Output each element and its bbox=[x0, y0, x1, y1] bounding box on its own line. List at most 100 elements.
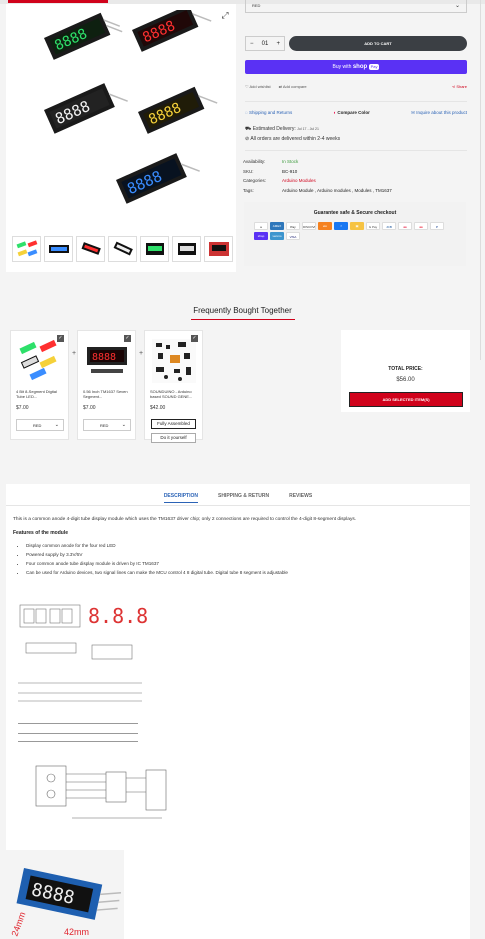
shop-pay-button[interactable]: Buy with shop Pay bbox=[245, 60, 467, 74]
quantity-value[interactable]: 01 bbox=[262, 41, 269, 47]
thumbnail-5[interactable] bbox=[140, 236, 169, 262]
thumbnail-1[interactable] bbox=[12, 236, 41, 262]
mail-icon: ✉ bbox=[411, 110, 415, 115]
fbt-item-2-checkbox[interactable]: ✓ bbox=[124, 335, 131, 342]
zoom-icon[interactable]: ⤢ bbox=[218, 8, 232, 22]
categories-label: Categories: bbox=[243, 178, 267, 183]
availability-value: In Stock bbox=[282, 159, 299, 164]
wishlist-compare-share: ♡ Add wishlist ⇄ Add compare ⋖ Share bbox=[245, 84, 467, 89]
amex-icon: AMEX bbox=[270, 222, 284, 230]
google-pay-icon: G Pay bbox=[366, 222, 380, 230]
fbt-total-box: TOTAL PRICE: $56.00 ADD SELECTED ITEM(S) bbox=[341, 330, 470, 412]
product-meta: Availability: In Stock SKU: BC-910 Categor… bbox=[243, 157, 392, 195]
compare-icon: ⇄ bbox=[278, 84, 282, 89]
product-main-image[interactable]: 8888 8888 8888 8888 8888 bbox=[14, 10, 228, 232]
product-gallery: 8888 8888 8888 8888 8888 ⤢ bbox=[6, 4, 236, 272]
module-white: 8888 bbox=[44, 83, 128, 134]
tab-shipping-return[interactable]: SHIPPING & RETURN bbox=[218, 493, 269, 503]
thumbnail-7[interactable] bbox=[204, 236, 233, 262]
module-green: 8888 bbox=[44, 12, 123, 60]
delivery-note: All orders are delivered within 2-4 week… bbox=[250, 136, 341, 142]
wishlist-label: Add wishlist bbox=[249, 84, 271, 89]
compare-color-link[interactable]: ◐ Compare Color bbox=[333, 110, 370, 116]
add-selected-items-button[interactable]: ADD SELECTED ITEM(S) bbox=[349, 392, 463, 407]
share-label: Share bbox=[456, 84, 467, 89]
divider bbox=[245, 150, 467, 151]
variant-select[interactable]: RED ⌄ bbox=[245, 0, 467, 13]
fbt-item-1-image[interactable] bbox=[16, 337, 64, 385]
tags-links[interactable]: Arduino Module , Arduino modules , Modul… bbox=[282, 188, 392, 193]
features-list: Display common anode for the four red LE… bbox=[26, 541, 288, 577]
module-blue: 8888 bbox=[115, 153, 200, 204]
sku-value: BC-910 bbox=[282, 168, 298, 174]
thumbnail-6[interactable] bbox=[172, 236, 201, 262]
plus-icon: + bbox=[72, 350, 77, 357]
shipping-returns-link[interactable]: ◌ Shipping and Returns bbox=[245, 110, 292, 116]
inquire-link[interactable]: ✉ Inquire about this product bbox=[411, 110, 467, 116]
feature-item: Display common anode for the four red LE… bbox=[26, 541, 288, 550]
fbt-item-1: ✓ 4 Bit 8-Segment Digital Tube LED... $7… bbox=[10, 330, 69, 440]
thumbnail-strip bbox=[12, 236, 233, 262]
photo-width-label: 42mm bbox=[64, 927, 89, 937]
thumbnail-3[interactable] bbox=[76, 236, 105, 262]
shipping-returns-label: Shipping and Returns bbox=[248, 110, 293, 115]
categories-link[interactable]: Arduino Modules bbox=[282, 178, 316, 183]
shop-pay-brand: shop bbox=[352, 64, 368, 70]
chevron-down-icon: ⌄ bbox=[121, 422, 126, 428]
chevron-down-icon: ⌄ bbox=[454, 3, 460, 9]
share-link[interactable]: ⋖ Share bbox=[452, 84, 467, 89]
thumbnail-4[interactable] bbox=[108, 236, 137, 262]
fbt-item-1-variant-select[interactable]: RED ⌄ bbox=[16, 419, 64, 431]
fbt-item-1-checkbox[interactable]: ✓ bbox=[57, 335, 64, 342]
dimension-diagram-image[interactable]: 8.8.8.8 bbox=[12, 583, 152, 748]
delivery-label: Estimated Delivery: bbox=[252, 126, 296, 132]
top-accent-bar bbox=[8, 0, 108, 3]
module-dimensions-photo[interactable]: 8888 24mm 42mm bbox=[6, 850, 124, 939]
thumbnail-2[interactable] bbox=[44, 236, 73, 262]
fbt-item-2-image[interactable]: 8888 bbox=[83, 337, 131, 385]
wishlist-link[interactable]: ♡ Add wishlist bbox=[245, 84, 271, 89]
paypal-icon: P bbox=[430, 222, 444, 230]
quantity-minus[interactable]: − bbox=[250, 41, 254, 47]
chevron-down-icon: ⌄ bbox=[54, 422, 59, 428]
fbt-item-3-image[interactable] bbox=[150, 337, 198, 385]
description-intro: This is a common anode 4-digit tube disp… bbox=[13, 517, 357, 522]
venmo-icon: venmo bbox=[270, 232, 284, 240]
guarantee-box: Guarantee safe & Secure checkout a AMEX Pa… bbox=[244, 202, 466, 266]
svg-text:8888: 8888 bbox=[92, 352, 116, 363]
fbt-item-3-price: $42.00 bbox=[150, 405, 166, 411]
features-title: Features of the module bbox=[13, 530, 69, 536]
delivery-info: ⛟ Estimated Delivery: Jul 17 - Jul 21 ⊘ … bbox=[245, 124, 340, 144]
tab-reviews[interactable]: REVIEWS bbox=[289, 493, 312, 503]
fbt-item-2-price: $7.00 bbox=[83, 405, 96, 411]
gift-card-icon: ▣ bbox=[350, 222, 364, 230]
fbt-item-1-name[interactable]: 4 Bit 8-Segment Digital Tube LED... bbox=[16, 389, 64, 399]
shop-pay-badge: Pay bbox=[368, 64, 380, 70]
jcb-icon: JCB bbox=[382, 222, 396, 230]
mastercard-icon: ●● bbox=[414, 222, 428, 230]
option-do-it-yourself[interactable]: Do it yourself bbox=[151, 433, 196, 443]
compare-link[interactable]: ⇄ Add compare bbox=[279, 84, 307, 89]
variant-select-value: RED bbox=[252, 3, 261, 8]
circuit-diagram-image[interactable] bbox=[12, 752, 180, 838]
fbt-item-3-name[interactable]: SOUNDUINO - Arduino based SOUND GENE... bbox=[150, 389, 198, 399]
fbt-item-2-variant-select[interactable]: RED ⌄ bbox=[83, 419, 131, 431]
total-price-value: $56.00 bbox=[396, 377, 415, 383]
maestro-icon: ●● bbox=[398, 222, 412, 230]
option-fully-assembled[interactable]: Fully Assembled bbox=[151, 419, 196, 429]
add-to-cart-button[interactable]: ADD TO CART bbox=[289, 36, 467, 51]
module-red: 8888 bbox=[132, 10, 212, 52]
quantity-plus[interactable]: + bbox=[276, 41, 280, 47]
tab-description[interactable]: DESCRIPTION bbox=[163, 493, 198, 503]
info-icon: ⊘ bbox=[245, 136, 250, 142]
divider bbox=[245, 101, 467, 102]
plus-icon: + bbox=[139, 350, 144, 357]
feature-item: Four common anode tube display module is… bbox=[26, 559, 288, 568]
fbt-item-2-name[interactable]: 0.56 Inch TM1637 Seven Segment... bbox=[83, 389, 131, 399]
quantity-stepper[interactable]: − 01 + bbox=[245, 36, 285, 51]
shop-pay-prefix: Buy with bbox=[332, 64, 352, 70]
discover-icon: DISCOVER bbox=[302, 222, 316, 230]
fbt-item-3-checkbox[interactable]: ✓ bbox=[191, 335, 198, 342]
product-tabs: DESCRIPTION SHIPPING & RETURN REVIEWS bbox=[6, 493, 470, 503]
product-info: RED ⌄ − 01 + ADD TO CART Buy with shop Pa… bbox=[240, 0, 472, 272]
